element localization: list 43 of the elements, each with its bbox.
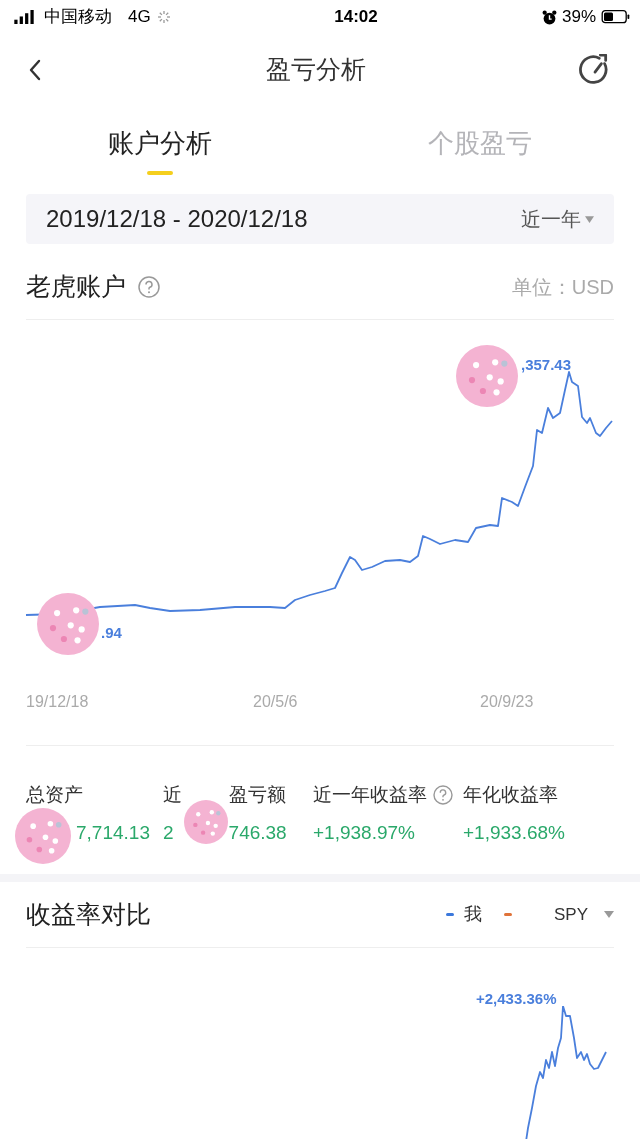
benchmark-selector[interactable]: SPY <box>553 901 614 928</box>
alarm-icon <box>541 9 557 25</box>
date-range-bar[interactable]: 2019/12/18 - 2020/12/18 近一年 <box>26 194 614 244</box>
dropdown-caret-icon <box>604 911 614 918</box>
axis-label: 19/12/18 <box>26 693 89 710</box>
chart-annotation: ,357.43 <box>521 355 572 375</box>
unit-label: 单位：USD <box>511 274 614 300</box>
network-type: 4G <box>128 6 151 29</box>
stat-label: 年化收益率 <box>463 782 558 807</box>
chart-annotation: .94 <box>101 623 122 643</box>
section-title: 老虎账户 <box>26 270 126 302</box>
tab[interactable]: 账户分析 <box>0 106 320 190</box>
chart-annotation: +2,433.36% <box>476 989 557 1009</box>
date-range-text: 2019/12/18 - 2020/12/18 <box>46 204 309 234</box>
section-title: 收益率对比 <box>26 898 151 930</box>
battery-percent: 39% <box>561 6 596 29</box>
dropdown-caret-icon <box>585 215 594 223</box>
stat-label: 总资产 <box>26 782 83 807</box>
help-icon[interactable] <box>433 785 453 805</box>
stat-value: 7,714.13 <box>76 820 150 845</box>
help-icon[interactable] <box>138 275 160 298</box>
stat-value: 746.38 <box>228 820 287 845</box>
carrier-name: 中国移动 <box>44 6 112 29</box>
refresh-icon <box>579 54 611 86</box>
axis-label: 20/5/6 <box>253 693 298 710</box>
flower-sticker <box>15 808 71 864</box>
period-selector[interactable]: 近一年 <box>521 204 594 234</box>
axis-label: 20/9/23 <box>480 693 534 710</box>
stat-label: 近一年收益率 <box>313 782 427 807</box>
stat-value: +1,933.68% <box>463 820 565 845</box>
flower-sticker <box>37 593 99 655</box>
flower-sticker <box>184 800 228 844</box>
flower-sticker <box>456 345 518 407</box>
loading-icon <box>156 10 171 24</box>
legend-label: 我 <box>463 903 482 926</box>
stat-label: 近 <box>163 782 182 807</box>
battery-icon <box>601 10 630 24</box>
page-title: 盈亏分析 <box>265 54 367 86</box>
back-icon <box>28 59 42 81</box>
clock-time: 14:02 <box>333 6 379 29</box>
stat-value: 2 <box>163 820 174 845</box>
stat-value: +1,938.97% <box>313 820 415 845</box>
stat-label: 盈亏额 <box>229 782 286 807</box>
